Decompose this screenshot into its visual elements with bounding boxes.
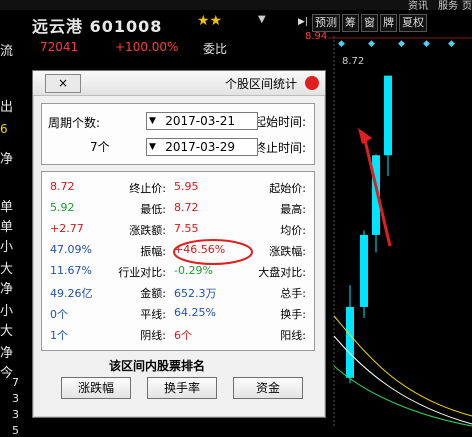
stat-left-value: 7.55 [174,222,199,235]
candle-body [360,234,368,307]
date-range-group: 起始时间: ▼ 2017-03-21 终止时间: ▼ 2017-03-29 周期… [41,103,315,165]
svg-text:◆: ◆ [423,39,430,49]
play-icon[interactable]: ▶| [296,14,310,30]
quote-committee-value: +100.00% [115,40,179,54]
candle-body [346,306,354,378]
diamond-markers: ◆ ◆ ◆ ◆ ◆ [338,39,455,49]
period-count-label: 周期个数: [48,116,101,130]
end-date-value: 2017-03-29 [165,140,235,154]
start-time-label: 起始时间: [253,115,306,129]
stat-right-value: 8.72 [50,180,75,193]
stat-right-value: 0个 [50,308,68,321]
period-count-value: 7个 [90,140,110,154]
stat-left-label: 大盘对比: [258,266,306,279]
candle-body [384,75,392,156]
toolbar-btn-4[interactable]: 夏权 [398,14,427,32]
stat-right-value: 49.26亿 [50,287,93,300]
stat-right-value: 11.67% [50,264,92,277]
chart-toolbar: ▶| 预测 筹 窗 牌 夏权 [296,14,429,32]
end-time-label: 终止时间: [253,141,306,155]
quote-char: 净 [0,346,14,361]
toolbar-btn-0[interactable]: 预测 [311,14,340,32]
stat-right-label: 涨跌额: [129,224,166,237]
ma-line-1 [333,315,472,417]
svg-text:◆: ◆ [338,39,345,49]
stat-left-label: 均价: [280,224,306,237]
start-date-picker[interactable]: ▼ 2017-03-21 [146,112,258,130]
stat-right-label: 行业对比: [118,266,166,279]
svg-text:◆: ◆ [398,39,405,49]
stat-right-value: 47.09% [50,243,92,256]
stock-title: 远云港 601008 [32,17,163,36]
stat-left-label: 涨跌幅: [269,245,306,258]
toolbar-btn-2[interactable]: 窗 [360,14,378,32]
stat-right-label: 最低: [140,203,166,216]
dialog-title: 个股区间统计 [224,77,297,91]
svg-text:◆: ◆ [368,39,375,49]
stat-left-label: 换手: [280,308,306,321]
quote-side-number: 3 [12,408,19,421]
stat-right-label: 平线: [140,308,166,321]
menu-bar: 资讯 服务 页 [0,0,472,12]
quote-side-number: 7 [12,376,19,389]
quote-char: 小 [0,240,14,255]
quote-char: 出 [0,100,14,115]
stat-right-label: 阴线: [140,329,166,342]
stats-group: 起始价: 5.95 最高: 8.72 均价: 7.55 涨跌幅: +46.56% 大盘对比: -0… [41,171,315,351]
toolbar-btn-3[interactable]: 牌 [379,14,397,32]
quote-flow-value: 6 [0,122,8,136]
quote-committee-label: 委比 [203,42,228,56]
app-logo-icon [305,76,319,90]
stat-right-value: 1个 [50,329,68,342]
quote-char: 大 [0,324,14,339]
quote-char: 净 [0,152,14,167]
stat-left-label: 总手: [280,287,306,300]
close-button[interactable]: × [45,74,81,93]
stat-left-value: 8.72 [174,201,199,214]
quote-price-right: 8.94 [305,31,328,42]
stat-right-label: 金额: [140,287,166,300]
interval-stats-dialog: × 个股区间统计 起始时间: ▼ 2017-03-21 终止时间: ▼ 2017… [32,70,326,418]
quote-char: 小 [0,304,14,319]
chevron-down-icon[interactable]: ▼ [258,14,266,25]
stat-left-value: 5.95 [174,180,199,193]
toolbar-btn-1[interactable]: 筹 [341,14,359,32]
dialog-titlebar: × 个股区间统计 [33,71,325,96]
quote-committee-diff: 72041 [40,40,79,54]
stat-right-value: 5.92 [50,201,75,214]
start-date-value: 2017-03-21 [165,114,235,128]
quote-side-number: 3 [12,392,19,405]
stat-left-value: 652.3万 [174,287,217,300]
ma-line-2 [333,335,472,425]
stat-left-label: 起始价: [269,182,306,195]
stat-right-label: 振幅: [140,245,166,258]
chart-high-label: 8.72 [342,56,364,67]
star-rating-icon: ★★ [197,13,223,29]
stat-right-label: 终止价: [129,182,166,195]
rank-by-change-button[interactable]: 涨跌幅 [61,377,131,399]
quote-char: 流 [0,44,14,59]
end-date-picker[interactable]: ▼ 2017-03-29 [146,138,258,156]
rank-by-fund-button[interactable]: 资金 [233,377,303,399]
quote-side-number: 5 [12,424,19,437]
kline-chart-svg: ◆ ◆ ◆ ◆ ◆ 8.72 [328,36,472,427]
svg-text:◆: ◆ [448,39,455,49]
annotation-arrowhead [358,128,372,144]
rank-title: 该区间内股票排名 [108,359,205,373]
kline-chart[interactable]: ◆ ◆ ◆ ◆ ◆ 8.72 [328,36,472,427]
quote-char: 单 [0,200,14,215]
quote-char: 单 [0,220,14,235]
quote-char: 大 [0,262,14,277]
quote-char: 净 [0,282,14,297]
calendar-dropdown-icon[interactable]: ▼ [149,113,156,129]
stat-left-label: 最高: [280,203,306,216]
stat-left-label: 阳线: [280,329,306,342]
calendar-dropdown-icon[interactable]: ▼ [149,139,156,155]
rank-by-turnover-button[interactable]: 换手率 [147,377,217,399]
stat-right-value: +2.77 [50,222,84,235]
stat-left-value: 64.25% [174,306,216,319]
stat-left-value: 6个 [174,329,192,342]
highlight-ellipse [173,239,253,265]
